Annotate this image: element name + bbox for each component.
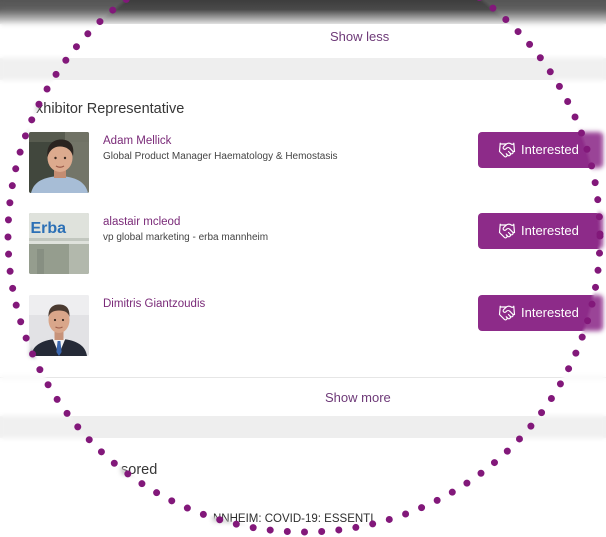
section-heading: sored <box>121 462 158 478</box>
person-eye <box>53 318 57 322</box>
section-heading: xhibitor Representative <box>36 101 185 117</box>
avatar[interactable] <box>29 295 89 356</box>
interested-button[interactable]: Interested <box>478 132 603 168</box>
person-eye <box>54 156 57 160</box>
sign-stripe <box>29 238 89 241</box>
person-eye <box>61 318 65 322</box>
photo-dark-patch <box>37 249 44 274</box>
handshake-icon <box>498 142 516 158</box>
sponsored-item-title[interactable]: NNHEIM: COVID-19: ESSENTI <box>213 512 373 526</box>
representative-name[interactable]: alastair mcleod <box>103 215 180 229</box>
representative-name[interactable]: Dimitris Giantzoudis <box>103 297 205 311</box>
representative-row: Adam Mellick Global Product Manager Haem… <box>0 132 606 194</box>
representative-row: Dimitris Giantzoudis Interested <box>0 295 606 357</box>
avatar[interactable]: Erba <box>29 213 89 274</box>
avatar[interactable] <box>29 132 89 193</box>
avatar-photo <box>29 132 89 193</box>
person-eye <box>63 156 67 160</box>
representative-title: Global Product Manager Haematology & Hem… <box>103 151 338 162</box>
previous-section-card: Show less <box>0 24 606 58</box>
representative-name[interactable]: Adam Mellick <box>103 134 171 148</box>
exhibitor-representatives-card: xhibitor Representative Adam Mellick Glo… <box>0 80 606 416</box>
interested-button-label: Interested <box>521 305 579 320</box>
show-more-link[interactable]: Show more <box>325 390 391 406</box>
show-less-link[interactable]: Show less <box>330 29 389 45</box>
divider <box>0 377 606 378</box>
avatar-photo <box>29 295 89 356</box>
representative-title: vp global marketing - erba mannheim <box>103 232 269 243</box>
erba-logo-text: Erba <box>31 220 67 237</box>
interested-button[interactable]: Interested <box>478 295 603 331</box>
photo-light-patch <box>69 244 89 274</box>
interested-button-label: Interested <box>521 142 579 157</box>
header-bar <box>0 0 606 25</box>
interested-button[interactable]: Interested <box>478 213 603 249</box>
avatar-photo: Erba <box>29 213 89 274</box>
handshake-icon <box>498 223 516 239</box>
handshake-icon <box>498 305 516 321</box>
interested-button-label: Interested <box>521 223 579 238</box>
representative-row: Erba alastair mcleod vp global marketing… <box>0 213 606 275</box>
page: Show less xhibitor Representative Adam M… <box>0 0 606 537</box>
sponsored-card: sored NNHEIM: COVID-19: ESSENTI <box>0 438 606 537</box>
